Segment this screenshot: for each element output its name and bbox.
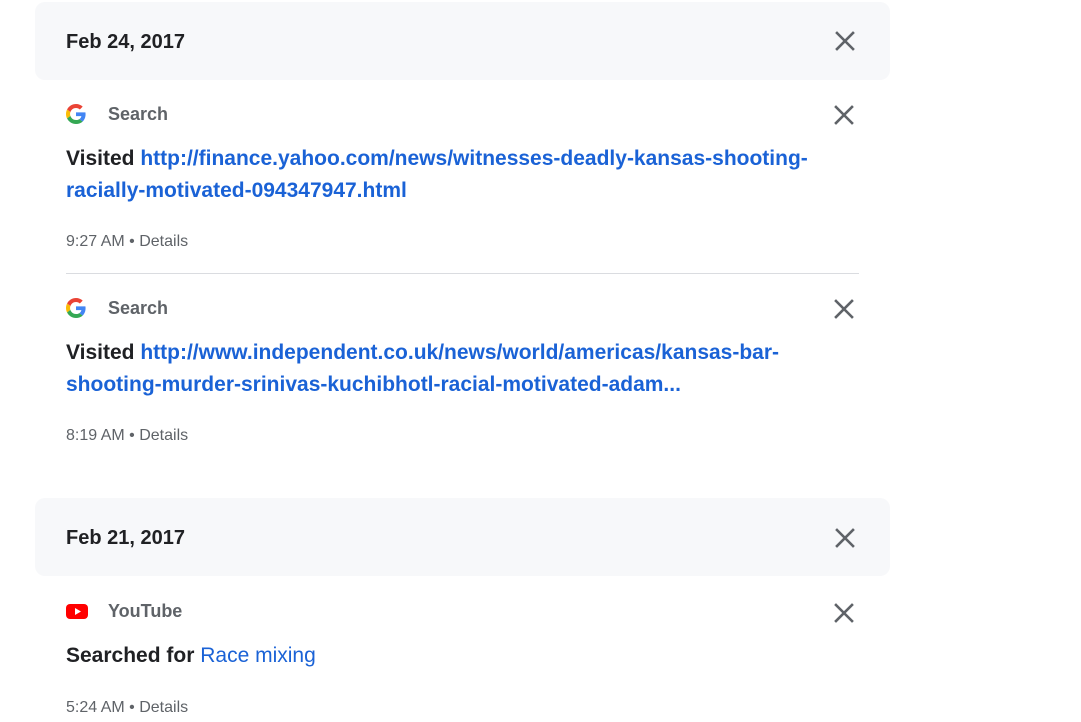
google-g-icon (66, 104, 88, 124)
details-link[interactable]: Details (139, 427, 188, 444)
delete-day-button[interactable] (831, 27, 859, 55)
product-row: Search (66, 296, 859, 320)
activity-meta: 9:27 AM • Details (66, 233, 188, 251)
activity-meta: 8:19 AM • Details (66, 427, 188, 445)
close-icon (835, 31, 855, 51)
activity-time: 8:19 AM (66, 427, 125, 444)
activity-text: Visited http://finance.yahoo.com/news/wi… (66, 143, 826, 207)
product-row: YouTube (66, 599, 859, 623)
separator-dot: • (129, 427, 135, 444)
group-date: Feb 21, 2017 (66, 527, 185, 549)
delete-item-button[interactable] (830, 295, 858, 323)
separator-dot: • (129, 699, 135, 716)
activity-text: Visited http://www.independent.co.uk/new… (66, 337, 826, 401)
activity-link[interactable]: Race mixing (200, 644, 316, 667)
close-icon (835, 528, 855, 548)
delete-day-button[interactable] (831, 524, 859, 552)
product-name: YouTube (108, 601, 183, 621)
youtube-icon (66, 601, 88, 621)
activity-text: Searched for Race mixing (66, 640, 826, 672)
activity-prefix: Visited (66, 147, 135, 170)
close-icon (834, 299, 854, 319)
google-g-icon (66, 298, 88, 318)
activity-link[interactable]: http://finance.yahoo.com/news/witnesses-… (66, 147, 808, 202)
product-name: Search (108, 104, 169, 124)
close-icon (834, 603, 854, 623)
details-link[interactable]: Details (139, 699, 188, 716)
activity-time: 5:24 AM (66, 699, 125, 716)
activity-meta: 5:24 AM • Details (66, 699, 188, 717)
activity-time: 9:27 AM (66, 233, 125, 250)
date-group-header: Feb 24, 2017 (35, 2, 890, 80)
product-name: Search (108, 298, 169, 318)
separator-dot: • (129, 233, 135, 250)
activity-prefix: Visited (66, 341, 135, 364)
delete-item-button[interactable] (830, 101, 858, 129)
date-group-header: Feb 21, 2017 (35, 498, 890, 576)
activity-link[interactable]: http://www.independent.co.uk/news/world/… (66, 341, 779, 396)
item-divider (66, 273, 859, 274)
details-link[interactable]: Details (139, 233, 188, 250)
product-row: Search (66, 102, 859, 126)
close-icon (834, 105, 854, 125)
delete-item-button[interactable] (830, 599, 858, 627)
activity-prefix: Searched for (66, 644, 195, 667)
group-date: Feb 24, 2017 (66, 31, 185, 53)
